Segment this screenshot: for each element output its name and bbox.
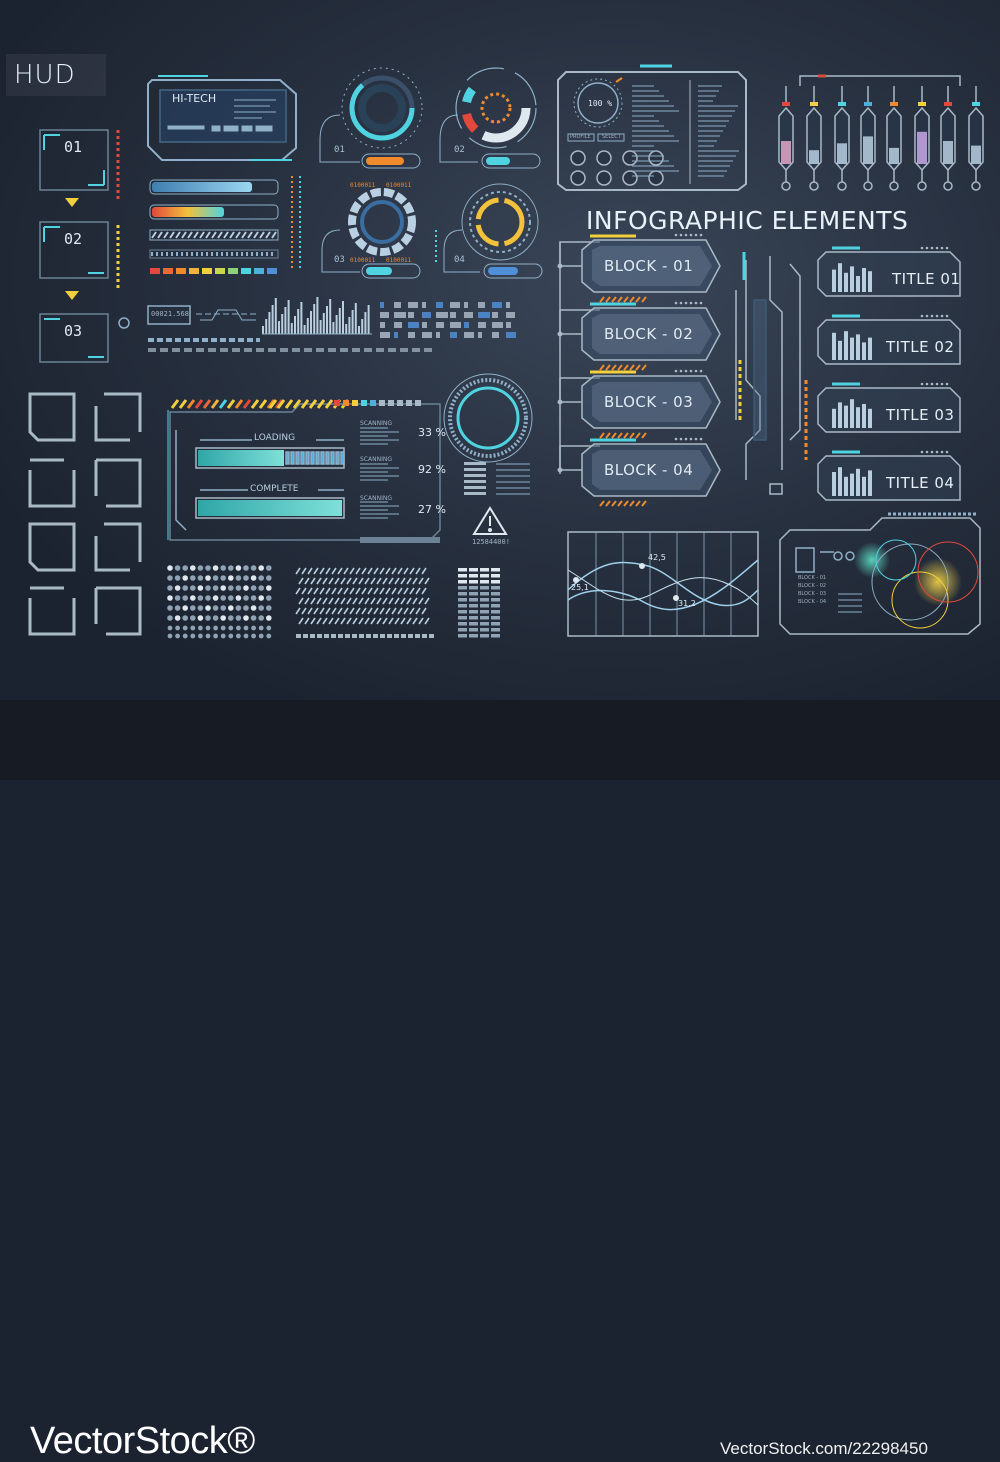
- legend-item-1: BLOCK - 01: [798, 575, 827, 581]
- side-number-panel: [39, 129, 130, 363]
- hud-canvas: HUD HI-TECH 01 02 03 01 02 03 04 0100011…: [0, 0, 1000, 700]
- radar-panel: [779, 512, 981, 635]
- block-label-1[interactable]: BLOCK - 01: [604, 259, 693, 274]
- side-number-3: 03: [64, 322, 83, 340]
- device-percent: 100 %: [588, 99, 613, 108]
- loading-label: LOADING: [254, 433, 296, 443]
- title-label-2[interactable]: TITLE 02: [886, 340, 954, 355]
- title-label-4[interactable]: TITLE 04: [886, 476, 954, 491]
- down-arrow-icon-1: [65, 198, 79, 207]
- device-button-1[interactable]: PROFILE: [570, 135, 591, 140]
- scan-label-1: SCANNING: [360, 420, 392, 427]
- legend-item-2: BLOCK - 02: [798, 583, 827, 589]
- ring-label-4: 04: [454, 255, 465, 265]
- ring-03: [321, 188, 421, 279]
- block-label-3[interactable]: BLOCK - 03: [604, 395, 693, 410]
- tube-gauges: [778, 74, 984, 191]
- scan-value-1: 33 %: [418, 426, 446, 439]
- infographic-title: INFOGRAPHIC ELEMENTS: [586, 206, 909, 235]
- binary-text-3: 0100011: [350, 257, 376, 264]
- serial-number: 12584400!: [472, 538, 510, 546]
- ring-label-2: 02: [454, 145, 465, 155]
- binary-text-2: 0100011: [386, 182, 412, 189]
- device-panel: [557, 64, 747, 191]
- corner-frames: [28, 392, 142, 636]
- down-arrow-icon-2: [65, 291, 79, 300]
- ring-label-1: 01: [334, 145, 345, 155]
- scan-value-2: 92 %: [418, 463, 446, 476]
- counter-value: 00021.568: [151, 310, 189, 318]
- scan-label-3: SCANNING: [360, 495, 392, 502]
- ring-label-3: 03: [334, 255, 345, 265]
- hitech-frame: [147, 75, 297, 161]
- block-label-4[interactable]: BLOCK - 04: [604, 463, 693, 478]
- wave-chart: [567, 531, 759, 637]
- binary-text-1: 0100011: [350, 182, 376, 189]
- side-number-2: 02: [64, 230, 83, 248]
- loading-panel: [167, 403, 441, 543]
- dot-grid: [167, 565, 272, 639]
- stripe-lines: [295, 567, 436, 638]
- complete-label: COMPLETE: [250, 484, 299, 494]
- circuit-column: [735, 252, 808, 495]
- device-button-2[interactable]: SELECT: [602, 135, 621, 140]
- watermark-id: VectorStock.com/22298450: [720, 1439, 928, 1458]
- legend-item-3: BLOCK - 03: [798, 591, 827, 597]
- wave-label-3: 31,2: [678, 599, 696, 608]
- level-bars: [458, 568, 500, 638]
- colored-squares: [334, 400, 421, 406]
- block-label-2[interactable]: BLOCK - 02: [604, 327, 693, 342]
- hitech-label: HI-TECH: [172, 92, 217, 105]
- small-blocks: [148, 302, 516, 352]
- scan-value-3: 27 %: [418, 503, 446, 516]
- watermark-logo: VectorStock®: [30, 1420, 255, 1462]
- title-label-3[interactable]: TITLE 03: [886, 408, 954, 423]
- title-label-1[interactable]: TITLE 01: [892, 272, 960, 287]
- scan-label-2: SCANNING: [360, 456, 392, 463]
- hazard-stripes: [170, 399, 350, 409]
- side-number-1: 01: [64, 138, 83, 156]
- wave-label-2: 42,5: [648, 553, 666, 562]
- watermark-bar: VectorStock® VectorStock.com/22298450: [0, 700, 1000, 1460]
- waveform-bars: [262, 297, 372, 335]
- legend-item-4: BLOCK - 04: [798, 599, 827, 605]
- wave-label-1: 25,1: [571, 583, 589, 592]
- progress-bars: [149, 176, 301, 274]
- hud-graphics: [28, 64, 984, 639]
- binary-text-4: 0100011: [386, 257, 412, 264]
- gear-ring: [443, 373, 533, 463]
- warning-icon: [472, 506, 508, 535]
- ring-04: [435, 183, 543, 279]
